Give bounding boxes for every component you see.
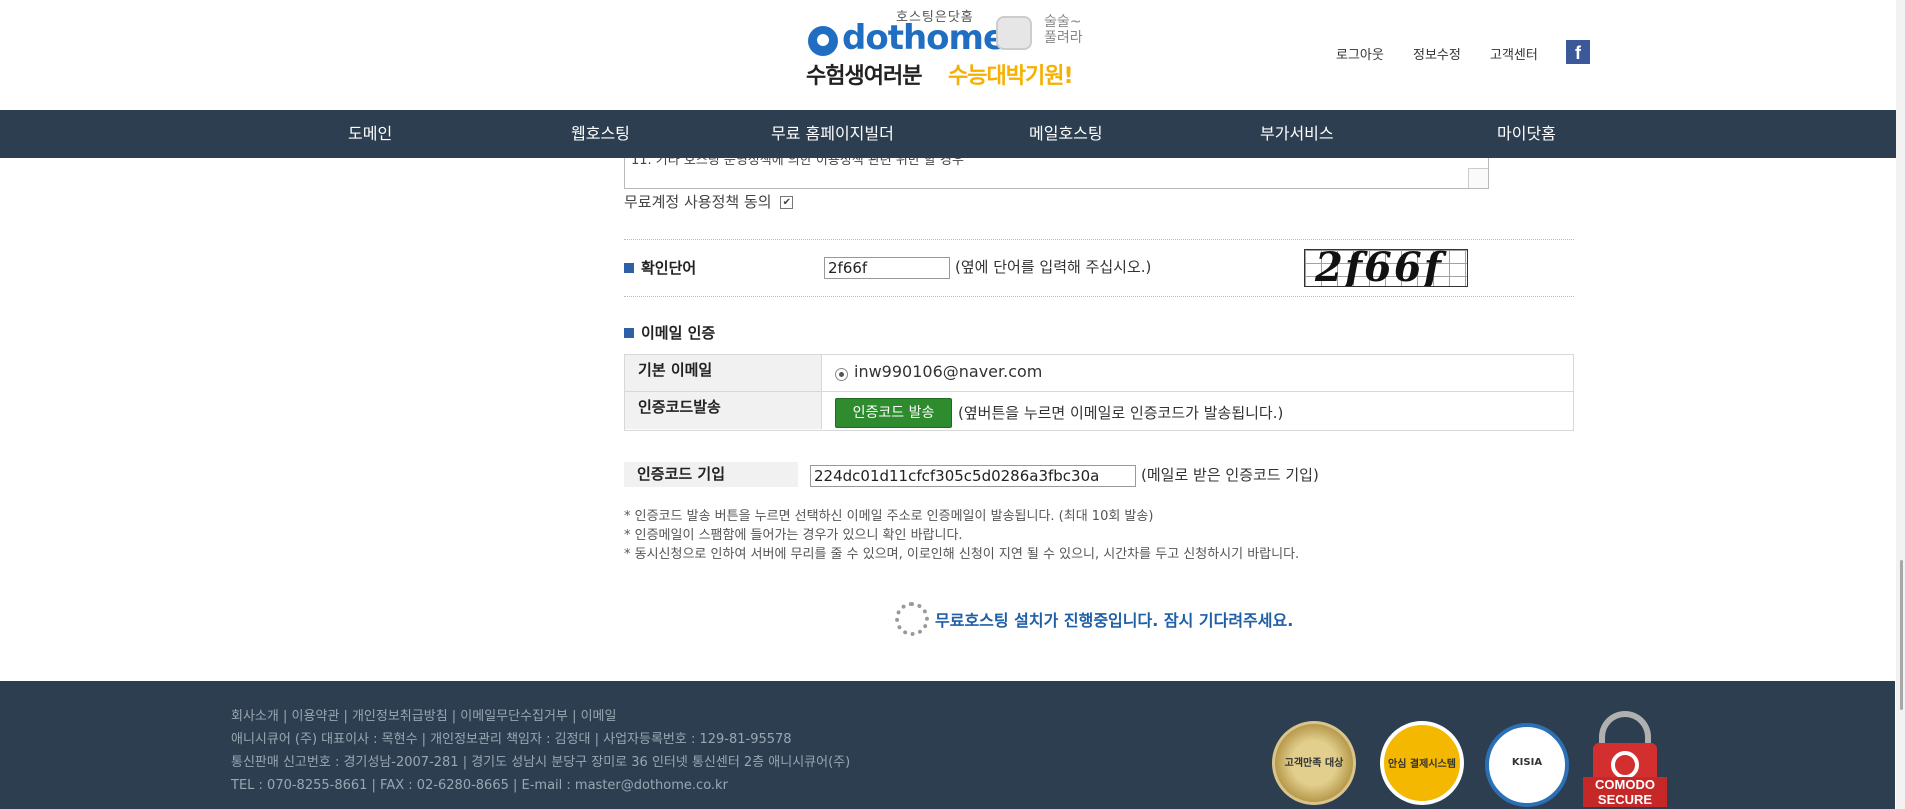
note-line: * 동시신청으로 인하여 서버에 무리를 줄 수 있으며, 이로인해 신청이 지… [624,547,1300,562]
nav-item-web-hosting[interactable]: 웹호스팅 [571,110,630,158]
agree-row: 무료계정 사용정책 동의 ✔ [624,191,794,212]
slogan-part1: 수험생여러분 [806,64,922,89]
kisia-badge-icon: KISIA [1485,723,1569,807]
default-email-value: inw990106@naver.com [854,362,1043,381]
default-email-radio[interactable] [835,368,848,381]
edit-info-link[interactable]: 정보수정 [1413,44,1461,63]
agree-label: 무료계정 사용정책 동의 [624,193,772,211]
comodo-label: COMODO SECURE [1583,777,1667,807]
loading-spinner-icon [895,602,929,636]
logout-link[interactable]: 로그아웃 [1336,44,1384,63]
code-input-label: 인증코드 기입 [624,462,798,487]
code-input[interactable]: 224dc01d11cfcf305c5d0286a3fbc30a [810,465,1136,487]
footer-links[interactable]: 회사소개 | 이용약관 | 개인정보취급방침 | 이메일무단수집거부 | 이메일 [231,705,850,728]
progress-message: 무료호스팅 설치가 진행중입니다. 잠시 기다려주세요. [935,611,1294,630]
divider [624,239,1574,240]
nav-item-my-dothome[interactable]: 마이닷홈 [1497,110,1556,158]
footer-contact: TEL : 070-8255-8661 | FAX : 02-6280-8665… [231,778,728,793]
customer-center-link[interactable]: 고객센터 [1490,44,1538,63]
signup-form: 11. 기타 호스팅 운영정책에 의한 이용정책 관련 위반 할 경우 무료계정… [0,158,1895,681]
safe-payment-badge-icon: 안심 결제시스템 [1380,721,1464,805]
captcha-image-text: 2f66f [1315,249,1443,287]
note-line: * 인증메일이 스팸함에 들어가는 경우가 있으니 확인 바랍니다. [624,528,963,543]
toilet-roll-icon [996,16,1032,50]
dothome-mark-icon [808,26,838,56]
divider [624,296,1574,297]
send-code-row: 인증코드발송 인증코드 발송 (옆버튼을 누르면 이메일로 인증코드가 발송됩니… [625,392,1573,429]
policy-text: 11. 기타 호스팅 운영정책에 의한 이용정책 관련 위반 할 경우 [631,158,964,168]
site-header: 호스팅은닷홈 dothome 술술~ 풀려라 수험생여러분 수능대박기원! 로그… [0,0,1905,110]
send-code-hint: (옆버튼을 누르면 이메일로 인증코드가 발송됩니다.) [958,404,1284,422]
captcha-image: 2f66f [1304,249,1468,287]
award-badge-icon: 고객만족 대상 [1272,721,1356,805]
nav-item-homepage-builder[interactable]: 무료 홈페이지빌더 [771,110,894,158]
captcha-title: 확인단어 [624,257,696,278]
nav-item-domain[interactable]: 도메인 [348,110,392,158]
footer-info: 회사소개 | 이용약관 | 개인정보취급방침 | 이메일무단수집거부 | 이메일… [231,705,850,797]
nav-item-mail-hosting[interactable]: 메일호스팅 [1029,110,1103,158]
logo-side-text: 술술~ 풀려라 [1044,14,1083,46]
default-email-row: 기본 이메일 inw990106@naver.com [625,355,1573,392]
send-code-label: 인증코드발송 [625,392,822,429]
captcha-input[interactable]: 2f66f [824,257,950,279]
notes: * 인증코드 발송 버튼을 누르면 선택하신 이메일 주소로 인증메일이 발송됩… [624,507,1299,564]
default-email-label: 기본 이메일 [625,355,822,391]
main-nav: 도메인 웹호스팅 무료 홈페이지빌더 메일호스팅 부가서비스 마이닷홈 [0,110,1905,158]
logo-name: dothome [842,18,1006,58]
scrollbar-thumb[interactable] [1900,560,1903,710]
email-table: 기본 이메일 inw990106@naver.com 인증코드발송 인증코드 발… [624,354,1574,431]
footer-registration: 통신판매 신고번호 : 경기성남-2007-281 | 경기도 성남시 분당구 … [231,755,851,770]
captcha-hint: (옆에 단어를 입력해 주십시오.) [955,258,1152,276]
dothome-logo[interactable]: 호스팅은닷홈 dothome 술술~ 풀려라 수험생여러분 수능대박기원! [806,6,1092,90]
safe-payment-badge-text: 안심 결제시스템 [1388,759,1456,770]
footer-company: 애니시큐어 (주) 대표이사 : 목현수 | 개인정보관리 책임자 : 김정대 … [231,732,792,747]
resize-handle-icon[interactable] [1468,168,1488,188]
site-footer: 회사소개 | 이용약관 | 개인정보취급방침 | 이메일무단수집거부 | 이메일… [0,681,1895,809]
nav-item-extra-services[interactable]: 부가서비스 [1260,110,1334,158]
send-code-button[interactable]: 인증코드 발송 [835,398,952,428]
award-badge-text: 고객만족 대상 [1284,758,1344,769]
comodo-secure-icon[interactable]: COMODO SECURE [1583,711,1667,809]
kisia-badge-text: KISIA [1511,757,1543,768]
policy-textarea[interactable]: 11. 기타 호스팅 운영정책에 의한 이용정책 관련 위반 할 경우 [624,158,1489,189]
lock-ring [1611,751,1639,779]
agree-checkbox[interactable]: ✔ [780,196,794,209]
code-input-hint: (메일로 받은 인증코드 기입) [1141,466,1319,484]
slogan-part2: 수능대박기원! [948,64,1073,89]
facebook-icon[interactable]: f [1566,40,1590,64]
email-section-title: 이메일 인증 [624,322,715,343]
note-line: * 인증코드 발송 버튼을 누르면 선택하신 이메일 주소로 인증메일이 발송됩… [624,509,1154,524]
